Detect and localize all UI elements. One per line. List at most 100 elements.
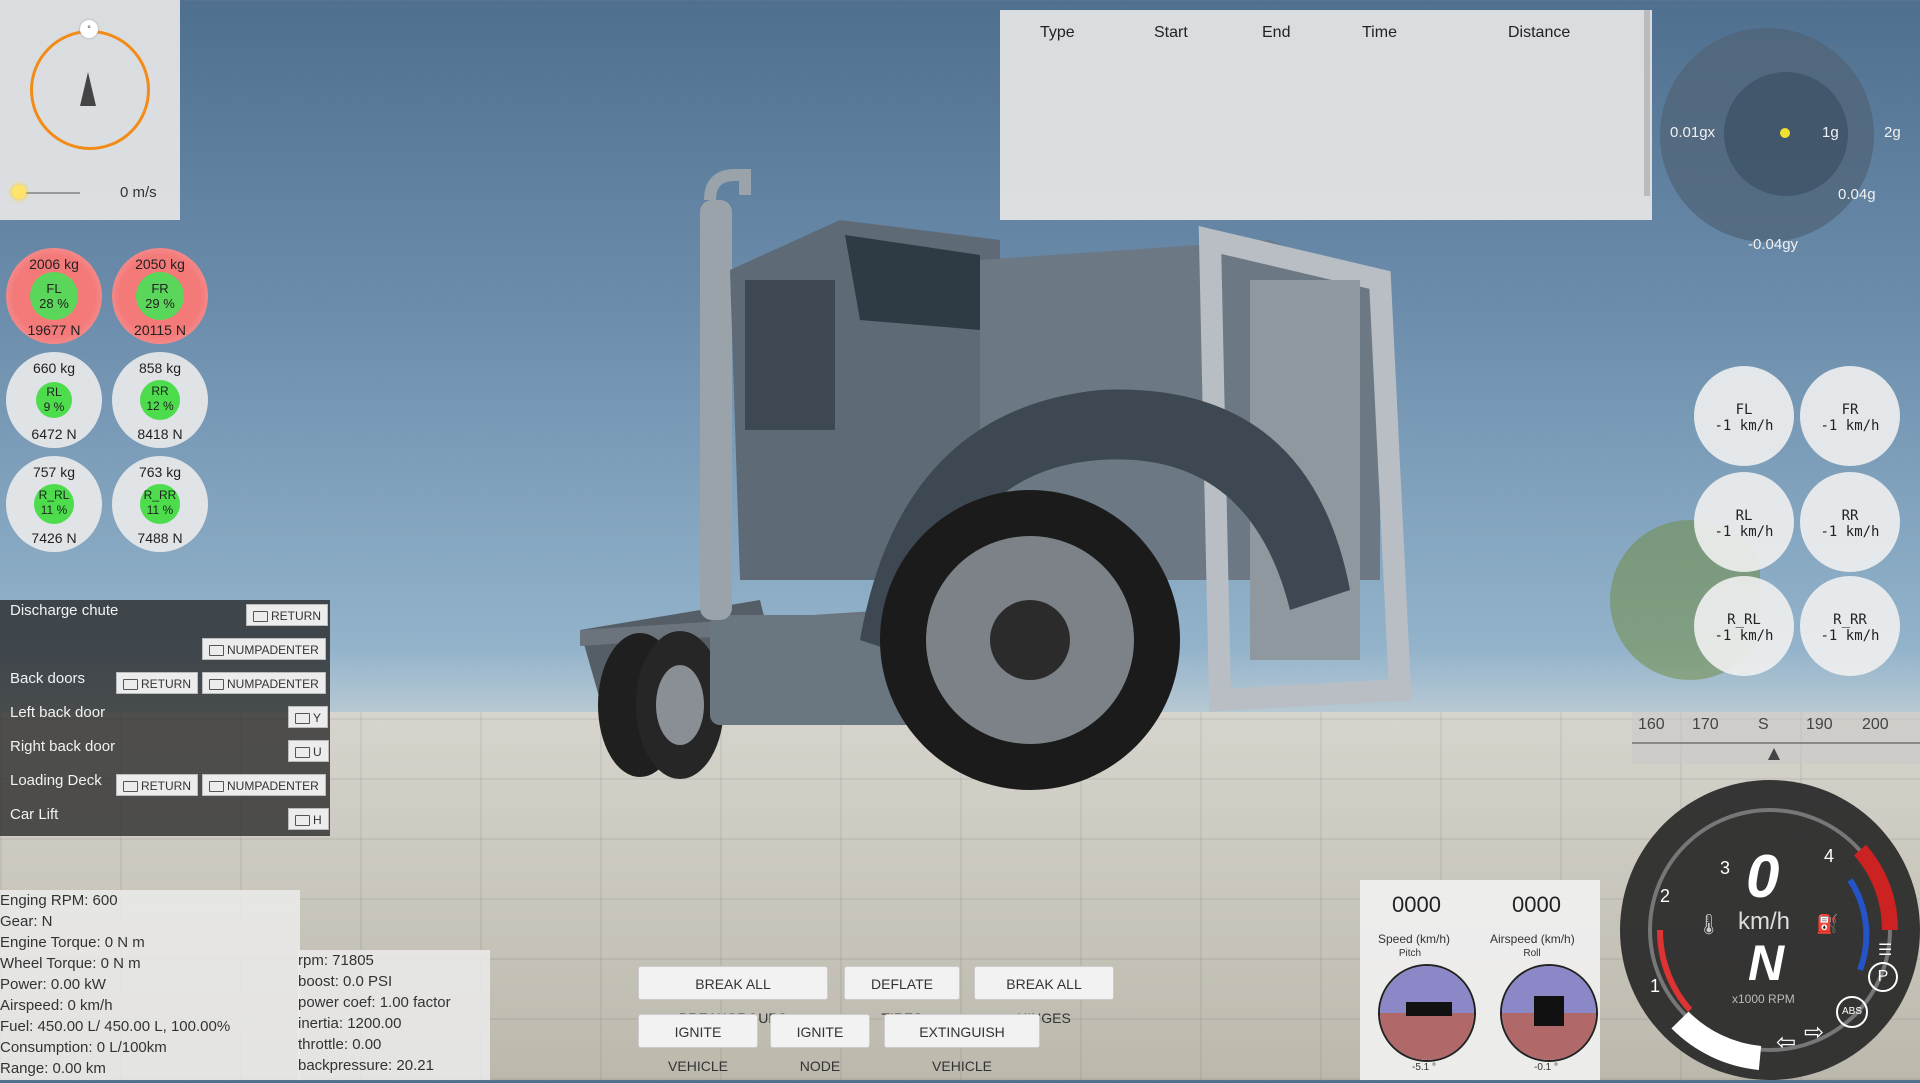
column-header-time[interactable]: Time <box>1362 24 1397 42</box>
wheel-load-force: 7426 N <box>31 530 77 546</box>
key-return-button[interactable]: RETURN <box>116 774 198 796</box>
column-header-type[interactable]: Type <box>1040 24 1075 42</box>
gforce-y-top-label: 0.04g <box>1838 186 1876 203</box>
truck-side-icon <box>1406 1002 1452 1016</box>
key-label: NUMPADENTER <box>227 643 319 657</box>
wheel-speed-name: RL <box>1735 508 1753 524</box>
action-label-left-back-door: Left back door <box>10 704 106 721</box>
key-label: U <box>313 745 322 759</box>
wheel-speed-r-rl: R_RL -1 km/h <box>1694 576 1794 676</box>
gear-indicator: N <box>1748 935 1785 991</box>
gforce-1g-label: 1g <box>1822 124 1839 141</box>
break-all-hinges-button[interactable]: BREAK ALL HINGES <box>974 966 1114 1026</box>
ignite-node-button[interactable]: IGNITE NODE <box>770 1014 870 1074</box>
heading-tick: 200 <box>1862 716 1889 733</box>
column-header-distance[interactable]: Distance <box>1508 24 1570 42</box>
speed-unit: km/h <box>1738 908 1791 935</box>
turbo-throttle: throttle: 0.00 <box>298 1036 382 1053</box>
temperature-icon: 🌡 <box>1696 914 1722 936</box>
turbo-power-coef: power coef: 1.00 factor <box>298 994 451 1011</box>
wheel-speed-value: -1 km/h <box>1714 418 1774 434</box>
key-return-button[interactable]: RETURN <box>246 604 328 626</box>
speed-slider[interactable] <box>20 192 80 194</box>
compass-panel: ° 0 m/s <box>0 0 180 220</box>
key-u-button[interactable]: U <box>288 740 329 762</box>
speedometer: 3 2 1 4 0 km/h N x1000 RPM 🌡 ⛽ ☰ P ABS ⇦… <box>1620 780 1920 1080</box>
turn-right-icon: ⇨ <box>1804 1019 1825 1046</box>
turbo-info-panel: rpm: 71805 boost: 0.0 PSI power coef: 1.… <box>298 950 490 1080</box>
key-h-button[interactable]: H <box>288 808 329 830</box>
keyboard-icon <box>209 679 224 690</box>
column-header-end[interactable]: End <box>1262 24 1290 42</box>
gforce-indicator-dot <box>1780 128 1790 138</box>
pitch-value: -5.1 ° <box>1412 1062 1437 1073</box>
wheel-speed-name: R_RL <box>1727 612 1761 628</box>
key-label: RETURN <box>141 779 191 793</box>
heading-tick: 160 <box>1638 716 1665 733</box>
wheel-load-force: 19677 N <box>27 322 81 338</box>
key-y-button[interactable]: Y <box>288 706 329 728</box>
compass-knob[interactable]: ° <box>80 20 98 38</box>
turbo-inertia: inertia: 1200.00 <box>298 1015 402 1032</box>
heading-tick: S <box>1758 716 1769 733</box>
wheel-speed-fl: FL -1 km/h <box>1694 366 1794 466</box>
keyboard-icon <box>295 747 310 758</box>
key-numpadenter-button[interactable]: NUMPADENTER <box>202 672 326 694</box>
turbo-rpm: rpm: 71805 <box>298 952 374 969</box>
pitch-label: Pitch <box>1398 948 1422 959</box>
wheel-speed-fr: FR -1 km/h <box>1800 366 1900 466</box>
gforce-y-bottom-label: -0.04gy <box>1748 236 1799 253</box>
wheel-load-mass: 858 kg <box>138 360 182 376</box>
engine-gear: Gear: N <box>0 913 53 930</box>
wheel-speed-value: -1 km/h <box>1714 628 1774 644</box>
rpm-tick: 2 <box>1660 886 1671 906</box>
engine-rpm: Enging RPM: 600 <box>0 892 118 909</box>
engine-power: Power: 0.00 kW <box>0 976 106 993</box>
wheel-speed-rl: RL -1 km/h <box>1694 472 1794 572</box>
roll-value: -0.1 ° <box>1534 1062 1559 1073</box>
timing-table-scrollbar[interactable] <box>1644 10 1650 196</box>
key-return-button[interactable]: RETURN <box>116 672 198 694</box>
heading-tick: 170 <box>1692 716 1719 733</box>
airspeed-gauge-label: Airspeed (km/h) <box>1490 932 1575 946</box>
wheel-torque: Wheel Torque: 0 N m <box>0 955 141 972</box>
wheel-load-r-rl: 757 kg R_RL 11 % 7426 N <box>6 456 102 552</box>
vehicle-actions-panel: Discharge chute RETURN NUMPADENTER Back … <box>0 600 330 836</box>
flight-gauges-panel: 0000 0000 Speed (km/h) Airspeed (km/h) P… <box>1360 880 1600 1080</box>
extinguish-vehicle-button[interactable]: EXTINGUISH VEHICLE <box>884 1014 1040 1074</box>
speed-slider-handle[interactable] <box>12 185 26 199</box>
turbo-backpressure: backpressure: 20.21 <box>298 1057 434 1074</box>
wheel-load-rr: 858 kg RR 12 % 8418 N <box>112 352 208 448</box>
wheel-load-name: R_RL <box>38 488 70 502</box>
speed-readout: 0 m/s <box>120 184 157 201</box>
wheel-load-mass: 757 kg <box>32 464 76 480</box>
speed-value: 0 <box>1746 843 1780 910</box>
keyboard-icon <box>253 611 268 622</box>
wheel-load-mass: 660 kg <box>32 360 76 376</box>
action-label-back-doors: Back doors <box>10 670 86 687</box>
roll-attitude-indicator <box>1500 964 1598 1062</box>
deflate-tires-button[interactable]: DEFLATE TIRES <box>844 966 960 1026</box>
wheel-load-name: FL <box>46 281 62 296</box>
key-numpadenter-button[interactable]: NUMPADENTER <box>202 774 326 796</box>
wheel-speed-value: -1 km/h <box>1820 628 1880 644</box>
heading-pointer-icon <box>1768 748 1780 760</box>
key-label: RETURN <box>141 677 191 691</box>
key-label: Y <box>313 711 322 725</box>
wheel-load-indicator: RR 12 % <box>140 380 180 420</box>
rpm-tick: 4 <box>1824 846 1835 866</box>
wheel-load-mass: 2006 kg <box>29 256 79 272</box>
column-header-start[interactable]: Start <box>1154 24 1188 42</box>
engine-range: Range: 0.00 km <box>0 1060 106 1077</box>
keyboard-icon <box>123 679 138 690</box>
fuel-pump-icon: ⛽ <box>1816 914 1839 934</box>
headlight-icon: ☰ <box>1878 942 1893 959</box>
wheel-speed-rr: RR -1 km/h <box>1800 472 1900 572</box>
wheel-load-indicator: R_RL 11 % <box>34 484 74 524</box>
compass-needle-icon <box>80 72 96 106</box>
break-all-breakgroups-button[interactable]: BREAK ALL BREAKGROUPS <box>638 966 828 1026</box>
wheel-speed-name: R_RR <box>1833 612 1867 628</box>
ignite-vehicle-button[interactable]: IGNITE VEHICLE <box>638 1014 758 1074</box>
keyboard-icon <box>295 713 310 724</box>
key-numpadenter-button[interactable]: NUMPADENTER <box>202 638 326 660</box>
